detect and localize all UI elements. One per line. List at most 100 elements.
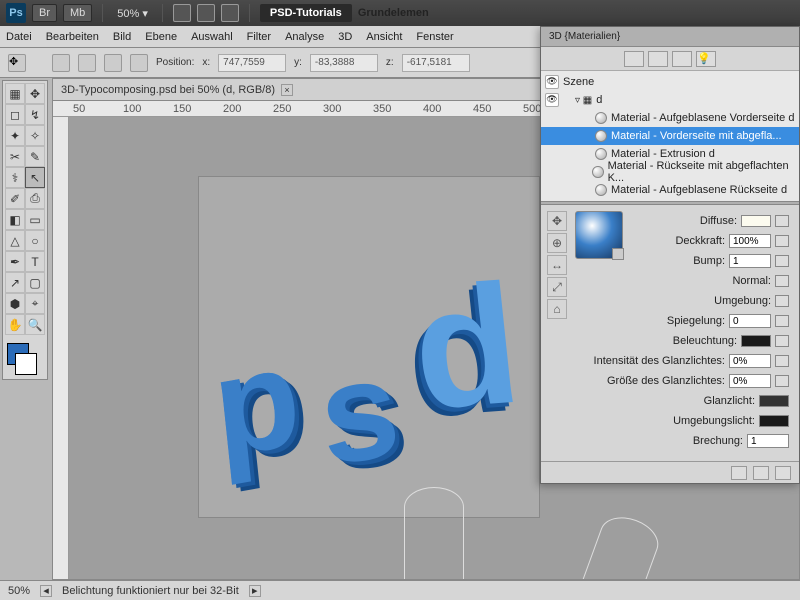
type-tool[interactable]: T bbox=[25, 251, 45, 272]
reflection-input[interactable] bbox=[729, 314, 771, 328]
folder-icon[interactable] bbox=[775, 215, 789, 227]
toggle-icon[interactable] bbox=[731, 466, 747, 480]
bridge-button[interactable]: Br bbox=[32, 4, 57, 22]
view-icon[interactable] bbox=[173, 4, 191, 22]
transform-icon-1[interactable] bbox=[52, 54, 70, 72]
eye-icon[interactable]: 👁 bbox=[545, 75, 559, 89]
minibridge-button[interactable]: Mb bbox=[63, 4, 92, 22]
folder-icon[interactable] bbox=[775, 315, 789, 327]
transform-icon-2[interactable] bbox=[78, 54, 96, 72]
crop-tool[interactable]: ✂ bbox=[5, 146, 25, 167]
shape-tool[interactable]: ▢ bbox=[25, 272, 45, 293]
light-cone-1[interactable] bbox=[404, 487, 464, 579]
3d-object[interactable]: p s d bbox=[199, 229, 588, 565]
blur-tool[interactable]: △ bbox=[5, 230, 25, 251]
tree-root[interactable]: 👁▿ ▦ d bbox=[541, 91, 799, 109]
scale-icon[interactable]: ⤢ bbox=[547, 277, 567, 297]
move-tool-icon[interactable]: ✥ bbox=[8, 54, 26, 72]
illumination-swatch[interactable] bbox=[741, 335, 771, 347]
filter-scene-icon[interactable] bbox=[624, 51, 644, 67]
opacity-input[interactable] bbox=[729, 234, 771, 248]
eyedropper-tool[interactable]: ✎ bbox=[25, 146, 45, 167]
gloss-intensity-input[interactable] bbox=[729, 354, 771, 368]
status-zoom[interactable]: 50% bbox=[8, 585, 30, 597]
camera-tool[interactable]: ⌖ bbox=[25, 293, 45, 314]
transform-icon-4[interactable] bbox=[130, 54, 148, 72]
menu-3d[interactable]: 3D bbox=[338, 31, 352, 43]
menu-ansicht[interactable]: Ansicht bbox=[366, 31, 402, 43]
orbit-icon[interactable]: ✥ bbox=[547, 211, 567, 231]
hand-tool[interactable]: ✋ bbox=[5, 314, 25, 335]
slide-icon[interactable]: ↔ bbox=[547, 255, 567, 275]
menu-datei[interactable]: Datei bbox=[6, 31, 32, 43]
tree-scene[interactable]: 👁Szene bbox=[541, 73, 799, 91]
brush-tool[interactable]: ✐ bbox=[5, 188, 25, 209]
menu-bearbeiten[interactable]: Bearbeiten bbox=[46, 31, 99, 43]
tree-material-4[interactable]: Material - Aufgeblasene Rückseite d bbox=[541, 181, 799, 199]
position-z[interactable] bbox=[402, 54, 470, 72]
panel-tab-3d[interactable]: 3D {Materialien} bbox=[541, 27, 799, 47]
filter-light-icon[interactable]: 💡 bbox=[696, 51, 716, 67]
zoom-dropdown[interactable]: 50% ▾ bbox=[113, 7, 152, 20]
workspace-essentials[interactable]: Grundelemen bbox=[358, 7, 429, 19]
move-tool[interactable]: ▦ bbox=[5, 83, 25, 104]
selection-tool[interactable]: ↖ bbox=[25, 167, 45, 188]
status-prev-icon[interactable]: ◂ bbox=[40, 585, 52, 597]
status-next-icon[interactable]: ▸ bbox=[249, 585, 261, 597]
trash-icon[interactable] bbox=[775, 466, 791, 480]
pen-tool[interactable]: ✒ bbox=[5, 251, 25, 272]
menu-analyse[interactable]: Analyse bbox=[285, 31, 324, 43]
home-icon[interactable]: ⌂ bbox=[547, 299, 567, 319]
stamp-tool[interactable]: ⎙ bbox=[25, 188, 45, 209]
folder-icon[interactable] bbox=[775, 375, 789, 387]
tree-material-1[interactable]: Material - Vorderseite mit abgefla... bbox=[541, 127, 799, 145]
folder-icon[interactable] bbox=[775, 355, 789, 367]
marquee-tool[interactable]: ◻ bbox=[5, 104, 25, 125]
eraser-tool[interactable]: ◧ bbox=[5, 209, 25, 230]
menu-auswahl[interactable]: Auswahl bbox=[191, 31, 233, 43]
background-swatch[interactable] bbox=[15, 353, 37, 375]
bump-input[interactable] bbox=[729, 254, 771, 268]
artboard-tool[interactable]: ✥ bbox=[25, 83, 45, 104]
folder-icon[interactable] bbox=[775, 295, 789, 307]
gradient-tool[interactable]: ▭ bbox=[25, 209, 45, 230]
menu-ebene[interactable]: Ebene bbox=[145, 31, 177, 43]
folder-icon[interactable] bbox=[775, 275, 789, 287]
pan-icon[interactable]: ⊕ bbox=[547, 233, 567, 253]
tree-material-3[interactable]: Material - Rückseite mit abgeflachten K.… bbox=[541, 163, 799, 181]
gloss-size-input[interactable] bbox=[729, 374, 771, 388]
menu-filter[interactable]: Filter bbox=[247, 31, 271, 43]
specular-swatch[interactable] bbox=[759, 395, 789, 407]
quick-select-tool[interactable]: ✧ bbox=[25, 125, 45, 146]
3d-tool[interactable]: ⬢ bbox=[5, 293, 25, 314]
folder-icon[interactable] bbox=[775, 235, 789, 247]
tree-material-0[interactable]: Material - Aufgeblasene Vorderseite d bbox=[541, 109, 799, 127]
transform-icon-3[interactable] bbox=[104, 54, 122, 72]
reflection-label: Spiegelung: bbox=[667, 315, 725, 327]
filter-material-icon[interactable] bbox=[672, 51, 692, 67]
workspace-psd[interactable]: PSD-Tutorials bbox=[260, 4, 352, 22]
heal-tool[interactable]: ⚕ bbox=[5, 167, 25, 188]
material-preview[interactable] bbox=[575, 211, 623, 259]
screen-icon[interactable] bbox=[197, 4, 215, 22]
arrange-icon[interactable] bbox=[221, 4, 239, 22]
zoom-tool[interactable]: 🔍 bbox=[25, 314, 45, 335]
position-x[interactable] bbox=[218, 54, 286, 72]
eye-icon[interactable]: 👁 bbox=[545, 93, 559, 107]
color-swatches[interactable] bbox=[5, 341, 45, 377]
dodge-tool[interactable]: ○ bbox=[25, 230, 45, 251]
refraction-input[interactable] bbox=[747, 434, 789, 448]
ambient-swatch[interactable] bbox=[759, 415, 789, 427]
close-tab-icon[interactable]: × bbox=[281, 84, 293, 96]
path-tool[interactable]: ↗ bbox=[5, 272, 25, 293]
wand-tool[interactable]: ✦ bbox=[5, 125, 25, 146]
folder-icon[interactable] bbox=[775, 335, 789, 347]
folder-icon[interactable] bbox=[775, 255, 789, 267]
new-icon[interactable] bbox=[753, 466, 769, 480]
menu-bild[interactable]: Bild bbox=[113, 31, 131, 43]
lasso-tool[interactable]: ↯ bbox=[25, 104, 45, 125]
diffuse-swatch[interactable] bbox=[741, 215, 771, 227]
filter-mesh-icon[interactable] bbox=[648, 51, 668, 67]
position-y[interactable] bbox=[310, 54, 378, 72]
menu-fenster[interactable]: Fenster bbox=[416, 31, 453, 43]
